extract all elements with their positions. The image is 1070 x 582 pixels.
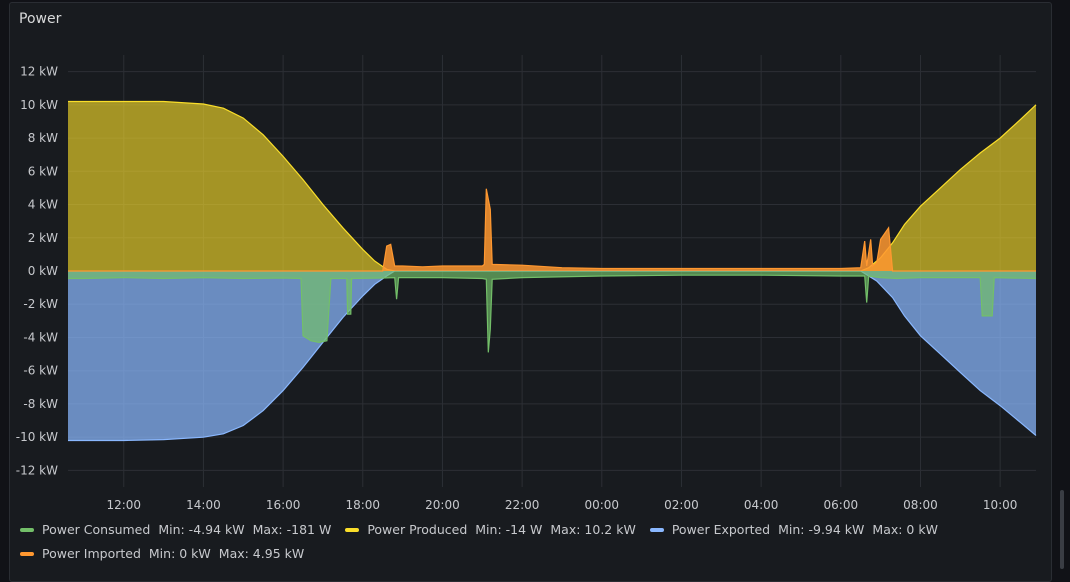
y-tick-label: -8 kW [23, 397, 58, 411]
legend-max-consumed: Max: -181 W [252, 522, 332, 537]
legend-item-consumed[interactable]: Power Consumed Min: -4.94 kW Max: -181 W [20, 518, 331, 542]
y-tick-label: -6 kW [23, 364, 58, 378]
legend-swatch-produced [345, 527, 360, 532]
y-tick-label: 6 kW [28, 164, 58, 178]
x-tick-label: 20:00 [425, 498, 460, 512]
legend-label-imported: Power Imported [42, 546, 141, 561]
x-tick-label: 02:00 [664, 498, 699, 512]
x-tick-label: 12:00 [106, 498, 141, 512]
legend-max-produced: Max: 10.2 kW [550, 522, 636, 537]
x-tick-label: 18:00 [345, 498, 380, 512]
x-tick-label: 04:00 [744, 498, 779, 512]
x-tick-label: 00:00 [584, 498, 619, 512]
legend-label-consumed: Power Consumed [42, 522, 151, 537]
x-tick-label: 06:00 [824, 498, 859, 512]
legend-item-imported[interactable]: Power Imported Min: 0 kW Max: 4.95 kW [20, 542, 304, 566]
x-tick-label: 22:00 [505, 498, 540, 512]
power-chart[interactable]: 12 kW 10 kW 8 kW 6 kW 4 kW 2 kW 0 kW -2 kW -4 kW… [0, 0, 1070, 569]
x-tick-label: 10:00 [983, 498, 1018, 512]
legend-max-imported: Max: 4.95 kW [218, 546, 305, 561]
scrollbar[interactable] [1060, 490, 1064, 569]
x-tick-label: 16:00 [266, 498, 301, 512]
legend-min-exported: Min: -9.94 kW [778, 522, 865, 537]
legend-label-exported: Power Exported [671, 522, 771, 537]
legend-max-exported: Max: 0 kW [872, 522, 938, 537]
legend-swatch-exported [649, 527, 664, 532]
legend-min-produced: Min: -14 W [475, 522, 543, 537]
legend-min-consumed: Min: -4.94 kW [158, 522, 245, 537]
y-tick-label: 2 kW [28, 231, 58, 245]
x-tick-label: 08:00 [903, 498, 938, 512]
y-tick-label: 8 kW [28, 131, 58, 145]
legend-min-imported: Min: 0 kW [148, 546, 211, 561]
legend: Power Consumed Min: -4.94 kW Max: -181 W P… [20, 518, 1040, 566]
legend-label-produced: Power Produced [367, 522, 468, 537]
y-tick-label: 10 kW [20, 98, 58, 112]
y-tick-label: 0 kW [28, 264, 58, 278]
y-tick-label: 12 kW [20, 65, 58, 79]
legend-swatch-imported [20, 551, 34, 556]
y-tick-label: -4 kW [23, 330, 58, 344]
legend-item-exported[interactable]: Power Exported Min: -9.94 kW Max: 0 kW [649, 518, 938, 542]
y-tick-label: 4 kW [28, 198, 58, 212]
y-tick-label: -12 kW [16, 463, 58, 477]
x-tick-label: 14:00 [186, 498, 221, 512]
y-tick-label: -10 kW [16, 430, 58, 444]
legend-item-produced[interactable]: Power Produced Min: -14 W Max: 10.2 kW [345, 518, 636, 542]
y-tick-label: -2 kW [23, 297, 58, 311]
legend-swatch-consumed [20, 527, 34, 532]
